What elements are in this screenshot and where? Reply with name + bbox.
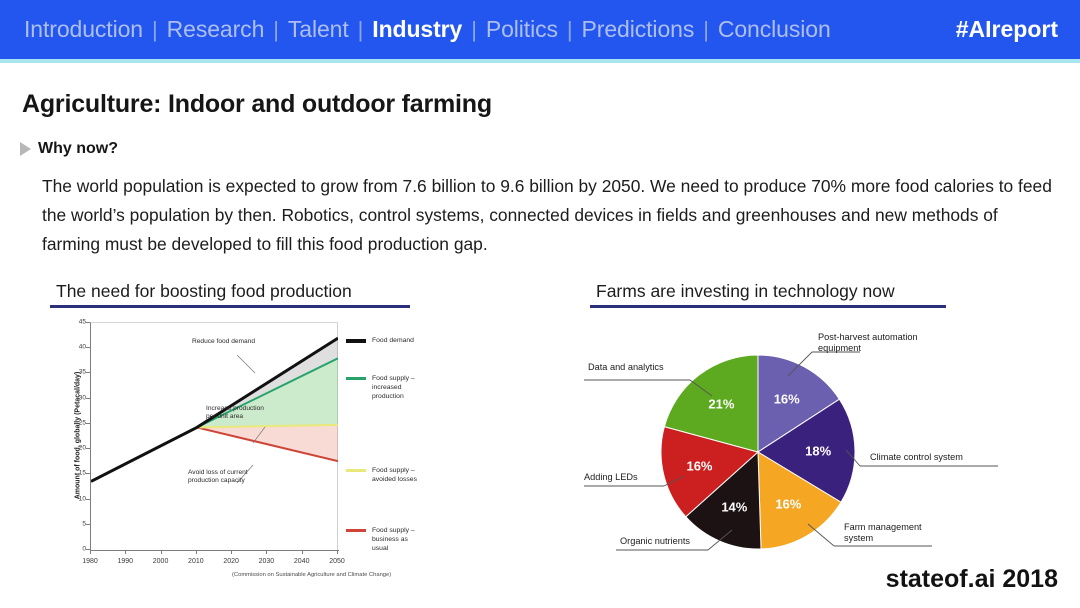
y-tick-label: 30 xyxy=(78,394,86,402)
why-now-bullet: Why now? xyxy=(20,140,118,158)
y-tick-label: 40 xyxy=(78,343,86,351)
nav-separator: | xyxy=(703,16,709,42)
triangle-bullet-icon xyxy=(20,142,31,156)
pie-callout-label: Post-harvest automation equipment xyxy=(818,332,918,353)
legend-item: Food supply – increased production xyxy=(346,374,415,401)
body-paragraph: The world population is expected to grow… xyxy=(42,176,1052,254)
x-tick-label: 2010 xyxy=(188,558,204,565)
x-tick-label: 2000 xyxy=(152,558,169,565)
pie-percent-label: 21% xyxy=(708,396,735,412)
y-tick-mark xyxy=(86,372,90,374)
footer-brand: stateof.ai 2018 xyxy=(885,565,1058,593)
y-tick-label: 20 xyxy=(78,444,86,452)
x-tick-mark xyxy=(337,550,338,554)
y-tick-mark xyxy=(86,473,90,475)
pie-percent-label: 16% xyxy=(773,391,800,407)
nav-item-talent[interactable]: Talent xyxy=(286,16,351,43)
pie-percent-label: 14% xyxy=(721,499,748,515)
annotation-increase-production: Increase production per unit area xyxy=(206,405,264,420)
x-tick-mark xyxy=(195,550,197,554)
legend-swatch xyxy=(346,529,366,532)
y-tick-label: 35 xyxy=(78,368,86,376)
legend-swatch xyxy=(346,469,366,472)
right-chart-title: Farms are investing in technology now xyxy=(596,281,895,301)
nav-items: Introduction | Research | Talent | Industry | Po… xyxy=(22,16,833,43)
pie-percent-label: 16% xyxy=(686,458,713,474)
y-tick-mark xyxy=(86,347,90,349)
legend-item: Food demand xyxy=(346,336,414,345)
y-tick-mark xyxy=(86,422,90,424)
y-tick-label: 45 xyxy=(78,318,86,326)
pie-callout-label: Adding LEDs xyxy=(584,472,638,482)
line-chart-svg xyxy=(90,336,339,484)
legend-label: Food demand xyxy=(372,337,414,344)
y-tick-label: 10 xyxy=(78,495,86,503)
annotation-reduce-food-demand: Reduce food demand xyxy=(192,338,256,345)
plot-area xyxy=(90,322,339,550)
x-tick-label: 2020 xyxy=(223,558,239,565)
chart-source-caption: (Commission on Sustainable Agriculture a… xyxy=(232,572,392,578)
top-navigation-bar: Introduction | Research | Talent | Industry | Po… xyxy=(0,0,1080,59)
y-tick-label: 25 xyxy=(78,419,86,427)
left-chart-title: The need for boosting food production xyxy=(56,281,352,301)
pie-callout-label: Climate control system xyxy=(870,452,963,462)
legend-label: Food supply – avoided losses xyxy=(372,467,417,483)
nav-separator: | xyxy=(273,16,279,42)
legend-label: Food supply – increased production xyxy=(372,375,415,400)
y-tick-mark xyxy=(86,523,90,525)
x-tick-mark xyxy=(160,550,162,554)
x-tick-mark xyxy=(231,550,233,554)
nav-item-predictions[interactable]: Predictions xyxy=(580,16,697,43)
right-chart-title-rule xyxy=(590,305,946,308)
pie-percent-label: 16% xyxy=(775,496,802,512)
x-tick-label: 2050 xyxy=(329,558,345,565)
y-tick-mark xyxy=(86,448,90,450)
nav-item-politics[interactable]: Politics xyxy=(484,16,560,43)
legend-swatch xyxy=(346,339,366,343)
nav-item-introduction[interactable]: Introduction xyxy=(22,16,145,43)
x-tick-mark xyxy=(125,550,127,554)
farm-technology-pie-chart: Post-harvest automation equipment Climate … xyxy=(560,318,1060,580)
food-production-line-chart: Amount of food, globally (Petacal/day) 0… xyxy=(40,314,460,592)
annotation-leader-line xyxy=(236,354,256,374)
y-tick-mark xyxy=(86,498,90,500)
left-chart-title-rule xyxy=(50,305,410,308)
pie-callout-label: Farm management system xyxy=(844,522,922,543)
x-tick-label: 1990 xyxy=(117,558,134,565)
pie-percent-label: 18% xyxy=(805,443,832,459)
nav-separator: | xyxy=(152,16,158,42)
nav-item-industry[interactable]: Industry xyxy=(370,16,464,43)
pie-callout-label: Data and analytics xyxy=(588,362,664,372)
report-hashtag: #AIreport xyxy=(955,16,1058,42)
nav-separator: | xyxy=(357,16,364,42)
y-tick-mark xyxy=(86,397,90,399)
x-tick-label: 2040 xyxy=(293,558,310,565)
pie-leader-line xyxy=(807,523,835,547)
legend-item: Food supply – business as usual xyxy=(346,526,415,553)
x-tick-mark xyxy=(266,550,268,554)
pie-callout-label: Organic nutrients xyxy=(620,536,690,546)
y-tick-label: 15 xyxy=(78,469,86,477)
x-tick-label: 2030 xyxy=(258,558,275,565)
why-now-label: Why now? xyxy=(38,140,118,157)
nav-item-conclusion[interactable]: Conclusion xyxy=(716,16,833,43)
nav-item-research[interactable]: Research xyxy=(165,16,267,43)
legend-swatch xyxy=(346,377,366,380)
x-tick-label: 1980 xyxy=(82,558,98,565)
x-tick-mark xyxy=(90,550,91,554)
page-title: Agriculture: Indoor and outdoor farming xyxy=(22,90,492,118)
x-tick-mark xyxy=(301,550,303,554)
legend-label: Food supply – business as usual xyxy=(372,527,415,552)
nav-underline xyxy=(0,59,1080,63)
legend-item: Food supply – avoided losses xyxy=(346,466,417,484)
y-axis-label: Amount of food, globally (Petacal/day) xyxy=(74,371,82,500)
y-tick-mark xyxy=(86,322,90,323)
nav-separator: | xyxy=(566,16,573,42)
nav-separator: | xyxy=(471,16,477,42)
annotation-avoid-loss: Avoid loss of current production capacity xyxy=(188,469,248,484)
